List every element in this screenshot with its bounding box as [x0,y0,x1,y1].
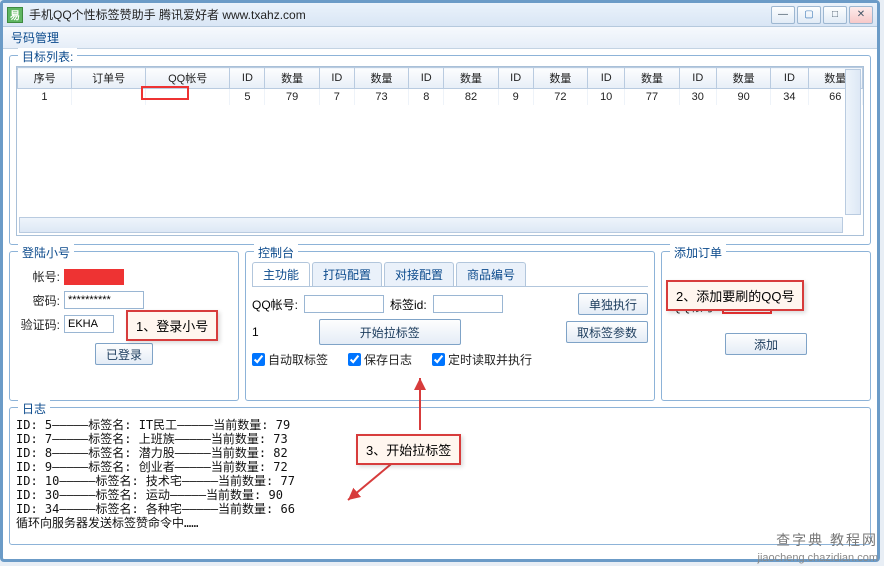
table-header[interactable]: 数量 [354,68,408,89]
chk-savelog-box[interactable] [348,353,361,366]
table-cell: 72 [533,89,587,106]
account-input[interactable] [64,269,124,285]
table-header[interactable]: ID [588,68,625,89]
scrollbar-vertical[interactable] [845,69,861,215]
table-header[interactable]: 序号 [18,68,72,89]
console-tagid-input[interactable] [433,295,503,313]
add-legend: 添加订单 [670,244,726,261]
tab-dock[interactable]: 对接配置 [384,262,454,286]
table-cell: 30 [679,89,716,106]
callout-3: 3、开始拉标签 [356,434,461,465]
app-icon: 易 [7,7,23,23]
console-checkbox-row: 自动取标签 保存日志 定时读取并执行 [252,351,648,368]
account-label: 帐号: [16,268,64,285]
table-cell: 9 [498,89,533,106]
tray-button[interactable]: ▢ [797,6,821,24]
console-tabs: 主功能 打码配置 对接配置 商品编号 [252,262,648,287]
tab-dama[interactable]: 打码配置 [312,262,382,286]
console-legend: 控制台 [254,244,298,261]
table-header[interactable]: ID [319,68,354,89]
watermark-brand: 查字典 教程网 [776,530,878,550]
menubar: 号码管理 [3,27,877,49]
table-header[interactable]: ID [679,68,716,89]
captcha-label: 验证码: [16,316,64,333]
table-cell: 1 [18,89,72,106]
chk-savelog[interactable]: 保存日志 [348,351,412,368]
callout-1: 1、登录小号 [126,310,218,341]
chk-auto[interactable]: 自动取标签 [252,351,328,368]
table-header[interactable]: ID [230,68,265,89]
password-label: 密码: [16,292,64,309]
target-list-legend: 目标列表: [18,48,77,65]
table-cell: 79 [265,89,319,106]
table-cell: 82 [444,89,498,106]
console-qq-input[interactable] [304,295,384,313]
table-cell: 8 [409,89,444,106]
login-legend: 登陆小号 [18,244,74,261]
console-count: 1 [252,325,259,339]
start-pull-button[interactable]: 开始拉标签 [319,319,461,345]
maximize-button[interactable]: □ [823,6,847,24]
table-cell: 5 [230,89,265,106]
log-legend: 日志 [18,400,50,417]
chk-timed-box[interactable] [432,353,445,366]
table-header[interactable]: ID [771,68,808,89]
console-tag-label: 标签id: [390,296,427,313]
logged-in-button[interactable]: 已登录 [95,343,153,365]
chk-auto-box[interactable] [252,353,265,366]
table-header[interactable]: 数量 [265,68,319,89]
captcha-input[interactable] [64,315,114,333]
table-cell [72,89,146,106]
window-title: 手机QQ个性标签赞助手 腾讯爱好者 www.txahz.com [29,6,769,23]
table-header[interactable]: 数量 [625,68,679,89]
add-order-group: 添加订单 QQ帐号: 添加 [661,251,871,401]
tab-product[interactable]: 商品编号 [456,262,526,286]
minimize-button[interactable]: — [771,6,795,24]
table-header[interactable]: ID [498,68,533,89]
scrollbar-horizontal[interactable] [19,217,843,233]
tab-main[interactable]: 主功能 [252,262,310,286]
table-cell: 90 [716,89,770,106]
password-input[interactable] [64,291,144,309]
table-cell: 73 [354,89,408,106]
table-cell: 34 [771,89,808,106]
add-button[interactable]: 添加 [725,333,807,355]
table-header[interactable]: 数量 [444,68,498,89]
fetch-params-button[interactable]: 取标签参数 [566,321,648,343]
titlebar: 易 手机QQ个性标签赞助手 腾讯爱好者 www.txahz.com — ▢ □ … [3,3,877,27]
table-cell: 10 [588,89,625,106]
table-header[interactable]: 数量 [716,68,770,89]
table-header[interactable]: 订单号 [72,68,146,89]
menu-accounts[interactable]: 号码管理 [11,29,59,46]
table-cell: 7 [319,89,354,106]
target-list-group: 目标列表: 序号订单号QQ帐号ID数量ID数量ID数量ID数量ID数量ID数量I… [9,55,871,245]
arrow-to-start [400,370,460,440]
chk-timed[interactable]: 定时读取并执行 [432,351,532,368]
highlight-qq-column [141,86,189,100]
table-header[interactable]: 数量 [533,68,587,89]
console-qq-label: QQ帐号: [252,296,298,313]
exec-single-button[interactable]: 单独执行 [578,293,648,315]
table-header[interactable]: ID [409,68,444,89]
close-button[interactable]: ✕ [849,6,873,24]
watermark-url: jiaocheng.chazidian.com [758,552,878,564]
callout-2: 2、添加要刷的QQ号 [666,280,804,311]
table-cell: 77 [625,89,679,106]
